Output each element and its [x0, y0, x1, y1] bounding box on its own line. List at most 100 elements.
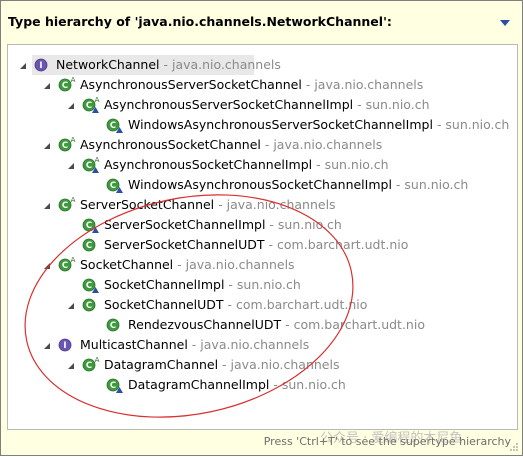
class-icon: CA: [82, 356, 100, 374]
package-name: - sun.nio.ch: [353, 97, 430, 112]
type-name: RendezvousChannelUDT: [128, 317, 282, 332]
svg-text:C: C: [110, 121, 116, 131]
package-name: - java.nio.channels: [301, 77, 424, 92]
tree-node-label[interactable]: AsynchronousSocketChannelImpl - sun.nio.…: [104, 155, 389, 175]
interface-icon: I: [34, 56, 52, 74]
class-icon: C: [82, 276, 100, 294]
type-name: SocketChannel: [80, 257, 174, 272]
expand-toggle-icon[interactable]: [66, 360, 76, 370]
tree-node-label[interactable]: AsynchronousSocketChannel - java.nio.cha…: [80, 135, 382, 155]
package-name: - sun.nio.ch: [432, 117, 510, 132]
popup-title: Type hierarchy of 'java.nio.channels.Net…: [8, 14, 392, 29]
svg-text:C: C: [110, 381, 116, 391]
svg-text:A: A: [71, 136, 76, 144]
tree-node-label[interactable]: DatagramChannel - java.nio.channels: [104, 355, 339, 375]
type-name: NetworkChannel: [56, 57, 160, 72]
svg-text:C: C: [62, 141, 68, 151]
package-name: - sun.nio.ch: [224, 277, 301, 292]
type-name: WindowsAsynchronousSocketChannelImpl: [128, 177, 392, 192]
tree-node-label[interactable]: ServerSocketChannelUDT - com.barchart.ud…: [104, 235, 408, 255]
svg-text:C: C: [110, 321, 116, 331]
class-icon: CA: [58, 196, 76, 214]
svg-text:C: C: [86, 281, 92, 291]
svg-text:A: A: [95, 96, 100, 104]
tree-node-label[interactable]: RendezvousChannelUDT - com.barchart.udt.…: [128, 315, 425, 335]
popup-footer: 公众号 · 爱编程的木尼鱼 Press 'Ctrl+T' to see the …: [2, 430, 521, 454]
class-icon: CA: [58, 76, 76, 94]
class-icon: C: [106, 176, 124, 194]
type-name: MulticastChannel: [80, 337, 188, 352]
tree-node-label[interactable]: AsynchronousServerSocketChannel - java.n…: [80, 75, 423, 95]
type-name: ServerSocketChannelUDT: [104, 237, 265, 252]
tree-node-label[interactable]: SocketChannelUDT - com.barchart.udt.nio: [104, 295, 367, 315]
expand-toggle-icon[interactable]: [42, 80, 52, 90]
type-name: WindowsAsynchronousServerSocketChannelIm…: [128, 117, 433, 132]
svg-text:A: A: [71, 256, 76, 264]
package-name: - sun.nio.ch: [269, 377, 346, 392]
class-icon: C: [106, 116, 124, 134]
svg-text:I: I: [63, 341, 66, 351]
class-icon: C: [82, 216, 100, 234]
svg-text:C: C: [110, 181, 116, 191]
expand-toggle-icon[interactable]: [42, 340, 52, 350]
svg-text:C: C: [86, 101, 92, 111]
svg-text:C: C: [86, 241, 92, 251]
svg-text:C: C: [86, 221, 92, 231]
class-icon: CA: [82, 96, 100, 114]
tree-node-label[interactable]: NetworkChannel - java.nio.channels: [56, 55, 281, 75]
status-hint: Press 'Ctrl+T' to see the supertype hier…: [263, 435, 511, 448]
type-name: ServerSocketChannelImpl: [104, 217, 266, 232]
class-icon: C: [82, 236, 100, 254]
svg-text:C: C: [62, 261, 68, 271]
svg-text:A: A: [71, 196, 76, 204]
package-name: - com.barchart.udt.nio: [223, 297, 368, 312]
type-name: AsynchronousSocketChannelImpl: [104, 157, 313, 172]
type-name: SocketChannelUDT: [104, 297, 224, 312]
class-icon: CA: [82, 156, 100, 174]
class-icon: CA: [58, 136, 76, 154]
svg-text:C: C: [86, 161, 92, 171]
expand-toggle-icon[interactable]: [18, 60, 28, 70]
tree-node-label[interactable]: DatagramChannelImpl - sun.nio.ch: [128, 375, 346, 395]
hierarchy-tree[interactable]: I NetworkChannel - java.nio.channels C A Asy…: [7, 44, 518, 430]
tree-node-label[interactable]: ServerSocketChannel - java.nio.channels: [80, 195, 336, 215]
package-name: - java.nio.channels: [260, 137, 383, 152]
package-name: - com.barchart.udt.nio: [281, 317, 425, 332]
expand-toggle-icon[interactable]: [42, 260, 52, 270]
package-name: - sun.nio.ch: [312, 157, 389, 172]
interface-icon: I: [58, 336, 76, 354]
tree-node-label[interactable]: AsynchronousServerSocketChannelImpl - su…: [104, 95, 430, 115]
svg-text:C: C: [62, 81, 68, 91]
expand-toggle-icon[interactable]: [66, 300, 76, 310]
svg-text:C: C: [86, 361, 92, 371]
tree-node-label[interactable]: WindowsAsynchronousServerSocketChannelIm…: [128, 115, 509, 135]
package-name: - sun.nio.ch: [265, 217, 342, 232]
package-name: - java.nio.channels: [218, 357, 340, 372]
expand-toggle-icon[interactable]: [42, 140, 52, 150]
type-name: DatagramChannel: [104, 357, 219, 372]
expand-toggle-icon[interactable]: [42, 200, 52, 210]
svg-text:A: A: [95, 356, 100, 364]
type-name: ServerSocketChannel: [80, 197, 215, 212]
class-icon: C: [106, 376, 124, 394]
tree-node-label[interactable]: SocketChannel - java.nio.channels: [80, 255, 295, 275]
type-hierarchy-popup: Type hierarchy of 'java.nio.channels.Net…: [0, 0, 523, 456]
package-name: - java.nio.channels: [214, 197, 336, 212]
type-name: AsynchronousServerSocketChannel: [80, 77, 302, 92]
tree-node-label[interactable]: SocketChannelImpl - sun.nio.ch: [104, 275, 301, 295]
type-name: DatagramChannelImpl: [128, 377, 270, 392]
view-menu-icon[interactable]: [499, 18, 511, 28]
expand-toggle-icon[interactable]: [66, 100, 76, 110]
resize-grip-icon[interactable]: [509, 442, 519, 452]
type-name: SocketChannelImpl: [104, 277, 225, 292]
expand-toggle-icon[interactable]: [66, 160, 76, 170]
type-name: AsynchronousSocketChannel: [80, 137, 261, 152]
package-name: - com.barchart.udt.nio: [264, 237, 409, 252]
class-icon: C: [82, 296, 100, 314]
package-name: - java.nio.channels: [187, 337, 310, 352]
tree-node-label[interactable]: MulticastChannel - java.nio.channels: [80, 335, 309, 355]
package-name: - sun.nio.ch: [391, 177, 469, 192]
class-icon: C: [106, 316, 124, 334]
tree-node-label[interactable]: WindowsAsynchronousSocketChannelImpl - s…: [128, 175, 468, 195]
tree-node-label[interactable]: ServerSocketChannelImpl - sun.nio.ch: [104, 215, 342, 235]
